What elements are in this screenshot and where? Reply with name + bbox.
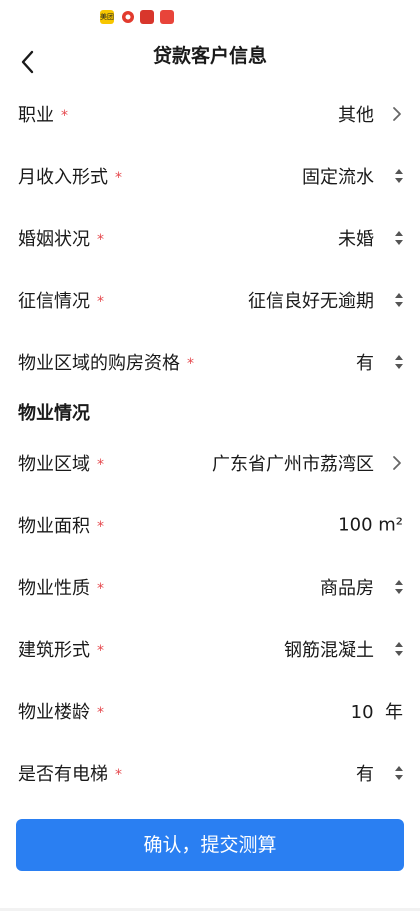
required-mark: *	[61, 108, 68, 124]
building-age-input[interactable]: 10 年	[351, 698, 403, 724]
credit-status-value: 征信良好无逾期	[248, 291, 374, 312]
property-area-input[interactable]: 100 m²	[338, 515, 403, 536]
required-mark: *	[187, 356, 194, 372]
building-age-label: 物业楼龄 *	[18, 702, 104, 723]
required-mark: *	[115, 170, 122, 186]
building-structure-label: 建筑形式 *	[18, 640, 104, 661]
property-area-row[interactable]: 物业面积 * 100 m²	[0, 494, 420, 556]
sort-updown-icon	[395, 293, 403, 307]
marital-status-value: 未婚	[338, 229, 374, 250]
elevator-value: 有	[356, 764, 374, 785]
marital-status-row[interactable]: 婚姻状况 * 未婚	[0, 207, 420, 269]
purchase-eligibility-label: 物业区域的购房资格 *	[18, 353, 194, 374]
app-icon-2	[121, 10, 135, 24]
required-mark: *	[115, 767, 122, 783]
purchase-eligibility-row[interactable]: 物业区域的购房资格 * 有	[0, 331, 420, 393]
property-region-value: 广东省广州市荔湾区	[212, 454, 374, 475]
sort-updown-icon	[395, 169, 403, 183]
page-title: 贷款客户信息	[152, 45, 267, 67]
credit-status-label: 征信情况 *	[18, 291, 104, 312]
sort-updown-icon	[395, 355, 403, 369]
submit-button[interactable]: 确认，提交测算	[16, 819, 404, 871]
required-mark: *	[97, 643, 104, 659]
sort-updown-icon	[395, 231, 403, 245]
app-icon-4	[160, 10, 174, 24]
elevator-label: 是否有电梯 *	[18, 764, 122, 785]
required-mark: *	[97, 232, 104, 248]
chevron-right-icon	[393, 456, 401, 470]
property-region-label: 物业区域 *	[18, 454, 104, 475]
purchase-eligibility-value: 有	[356, 353, 374, 374]
required-mark: *	[97, 519, 104, 535]
sort-updown-icon	[395, 642, 403, 656]
property-area-label: 物业面积 *	[18, 516, 104, 537]
section-title-property: 物业情况	[18, 403, 90, 424]
property-type-label: 物业性质 *	[18, 578, 104, 599]
property-type-value: 商品房	[320, 578, 374, 599]
nav-bar: 贷款客户信息	[0, 34, 420, 86]
income-type-row[interactable]: 月收入形式 * 固定流水	[0, 145, 420, 207]
required-mark: *	[97, 581, 104, 597]
sort-updown-icon	[395, 580, 403, 594]
property-region-row[interactable]: 物业区域 * 广东省广州市荔湾区	[0, 432, 420, 494]
building-structure-value: 钢筋混凝土	[284, 640, 374, 661]
occupation-value: 其他	[338, 105, 374, 126]
status-bar: 美团	[0, 0, 420, 34]
marital-status-label: 婚姻状况 *	[18, 229, 104, 250]
sort-updown-icon	[395, 766, 403, 780]
required-mark: *	[97, 705, 104, 721]
occupation-row[interactable]: 职业 * 其他	[0, 83, 420, 145]
required-mark: *	[97, 294, 104, 310]
elevator-row[interactable]: 是否有电梯 * 有	[0, 742, 420, 804]
income-type-value: 固定流水	[302, 167, 374, 188]
building-structure-row[interactable]: 建筑形式 * 钢筋混凝土	[0, 618, 420, 680]
credit-status-row[interactable]: 征信情况 * 征信良好无逾期	[0, 269, 420, 331]
building-age-row[interactable]: 物业楼龄 * 10 年	[0, 680, 420, 742]
property-type-row[interactable]: 物业性质 * 商品房	[0, 556, 420, 618]
occupation-label: 职业 *	[18, 105, 68, 126]
app-icon-3	[140, 10, 154, 24]
required-mark: *	[97, 457, 104, 473]
chevron-right-icon	[393, 107, 401, 121]
meituan-app-icon: 美团	[100, 10, 114, 24]
income-type-label: 月收入形式 *	[18, 167, 122, 188]
